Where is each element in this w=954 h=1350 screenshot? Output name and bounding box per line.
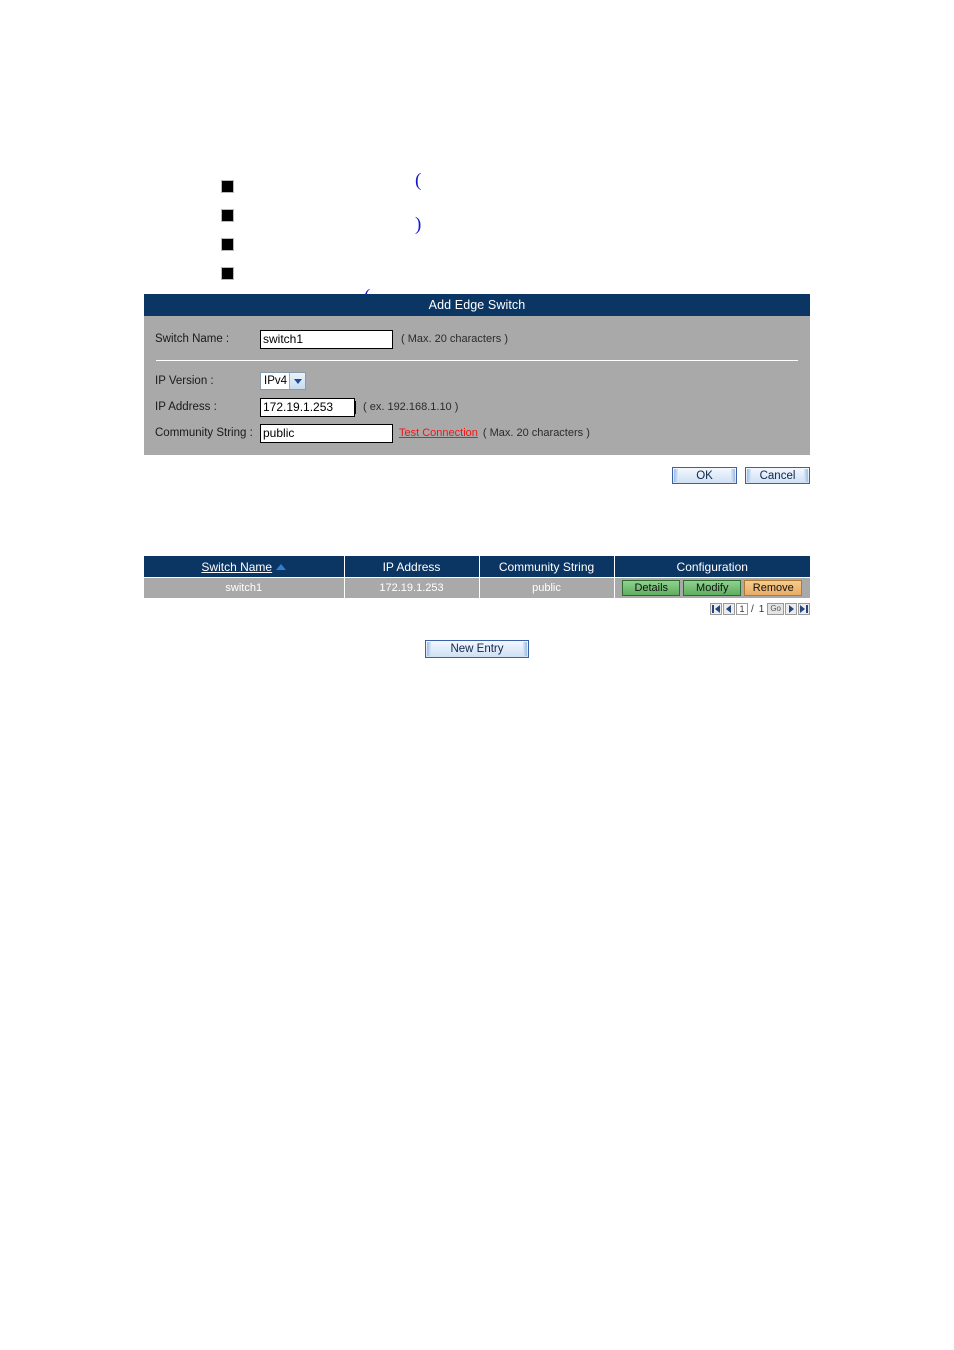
switch-name-label: Switch Name :	[155, 333, 230, 345]
ip-address-input-wrap	[260, 397, 356, 417]
ip-version-row: IP Version : IPv4	[144, 368, 810, 394]
cell-configuration: Details Modify Remove	[614, 577, 811, 598]
switch-name-input[interactable]	[260, 329, 393, 349]
ip-version-select[interactable]: IPv4	[260, 372, 306, 390]
test-connection-link[interactable]: Test Connection	[399, 427, 478, 439]
page-separator: /	[750, 603, 754, 615]
community-string-input-wrap	[260, 423, 393, 443]
details-button[interactable]: Details	[622, 580, 681, 596]
panel-button-row: OK Cancel	[144, 467, 810, 484]
configuration-button-group: Details Modify Remove	[615, 580, 811, 596]
previous-page-button[interactable]	[722, 603, 735, 615]
new-entry-row: New Entry	[144, 640, 810, 658]
ip-version-selected-value: IPv4	[264, 375, 288, 387]
bullet-marker-3	[222, 239, 233, 250]
paren-close: )	[415, 214, 422, 235]
table-row: switch1 172.19.1.253 public Details Modi…	[144, 577, 811, 598]
ip-address-label: IP Address :	[155, 401, 217, 413]
ip-address-row: IP Address : ( ex. 192.168.1.10 )	[144, 394, 810, 420]
ip-version-label: IP Version :	[155, 375, 214, 387]
sort-ascending-icon[interactable]	[276, 563, 287, 570]
column-header-configuration: Configuration	[614, 556, 810, 578]
column-header-community-string[interactable]: Community String	[479, 556, 615, 578]
switch-name-hint: ( Max. 20 characters )	[401, 333, 508, 345]
pagination-controls: / 1 Go	[144, 603, 810, 615]
column-header-switch-name[interactable]: Switch Name	[144, 556, 345, 578]
paren-line-1: ( )	[396, 148, 497, 258]
ip-address-input[interactable]	[260, 397, 355, 417]
panel-body: Switch Name : ( Max. 20 characters ) IP …	[144, 316, 810, 455]
panel-title: Add Edge Switch	[144, 294, 810, 316]
go-button[interactable]: Go	[767, 603, 784, 615]
community-string-hint: ( Max. 20 characters )	[482, 427, 590, 439]
document-text-region: ( ) ( )	[0, 0, 954, 351]
modify-button[interactable]: Modify	[683, 580, 742, 596]
bullet-marker-1	[222, 181, 233, 192]
edge-switch-list-table: Switch Name IP Address Community String …	[144, 556, 810, 598]
switch-name-input-wrap	[260, 329, 393, 349]
last-page-button[interactable]	[798, 603, 810, 615]
ip-settings-group: IP Version : IPv4 IP Address : ( ex. 192…	[144, 361, 810, 455]
community-string-row: Community String : Test Connection ( Max…	[144, 420, 810, 446]
page-number-input[interactable]	[735, 603, 748, 615]
column-header-ip-address[interactable]: IP Address	[344, 556, 480, 578]
remove-button[interactable]: Remove	[744, 580, 803, 596]
cancel-button[interactable]: Cancel	[745, 467, 810, 484]
ip-address-hint: ( ex. 192.168.1.10 )	[363, 401, 459, 413]
paren-open: (	[415, 170, 422, 191]
total-pages-label: 1	[758, 603, 765, 615]
add-edge-switch-panel: Add Edge Switch Switch Name : ( Max. 20 …	[144, 294, 810, 455]
chevron-down-icon[interactable]	[289, 373, 305, 389]
switch-name-group: Switch Name : ( Max. 20 characters )	[144, 316, 810, 360]
table-header-row: Switch Name IP Address Community String …	[144, 556, 810, 578]
new-entry-button[interactable]: New Entry	[425, 640, 529, 658]
ok-button[interactable]: OK	[672, 467, 737, 484]
bullet-marker-2	[222, 210, 233, 221]
cell-switch-name: switch1	[144, 577, 345, 598]
text-caret	[355, 400, 356, 414]
switch-name-row: Switch Name : ( Max. 20 characters )	[144, 326, 810, 352]
community-string-label: Community String :	[155, 427, 253, 439]
first-page-button[interactable]	[709, 603, 722, 615]
cell-community-string: public	[479, 577, 615, 598]
cell-ip-address: 172.19.1.253	[344, 577, 480, 598]
next-page-button[interactable]	[785, 603, 797, 615]
bullet-marker-4	[222, 268, 233, 279]
sort-link-switch-name[interactable]: Switch Name	[201, 560, 272, 574]
community-string-input[interactable]	[260, 423, 393, 443]
